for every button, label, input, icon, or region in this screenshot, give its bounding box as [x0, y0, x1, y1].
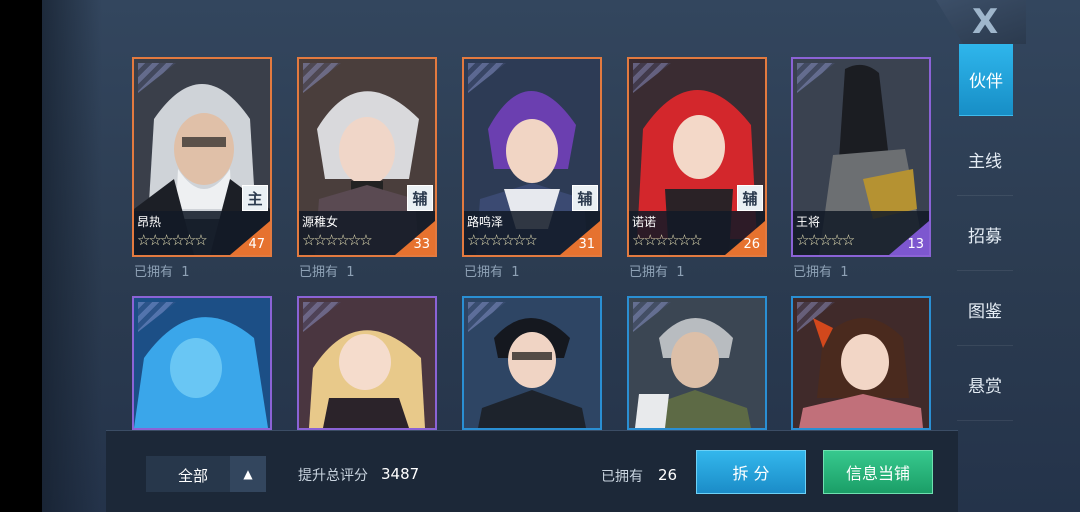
level-value: 47 [248, 237, 265, 252]
partner-card[interactable] [791, 296, 931, 430]
owned-label: 已拥有 [793, 265, 833, 280]
nav-tab-label: 悬赏 [968, 377, 1002, 397]
character-name: 王将 [796, 215, 821, 229]
partner-card[interactable] [627, 296, 767, 430]
total-owned-label: 已拥有 [601, 469, 643, 485]
card-frame [791, 296, 931, 430]
card-namebar: 路鸣泽 ☆☆☆☆☆☆ 31 [464, 211, 600, 255]
star-rating: ☆☆☆☆☆ [796, 231, 855, 249]
owned-value: 1 [511, 265, 520, 280]
card-frame [627, 296, 767, 430]
level-value: 26 [743, 237, 760, 252]
level-value: 33 [413, 237, 430, 252]
level-badge: 26 [725, 221, 765, 255]
card-frame: 辅 路鸣泽 ☆☆☆☆☆☆ 31 [462, 57, 602, 257]
nav-tab-bounty[interactable]: 悬赏 [957, 349, 1013, 421]
star-rating: ☆☆☆☆☆☆ [467, 231, 538, 249]
nav-tab-codex[interactable]: 图鉴 [957, 274, 1013, 346]
card-namebar: 源稚女 ☆☆☆☆☆☆ 33 [299, 211, 435, 255]
nav-tab-label: 伙伴 [969, 72, 1003, 92]
screen-bezel [0, 0, 42, 512]
nav-tab-label: 主线 [968, 152, 1002, 172]
partner-card[interactable]: 主 昂热 ☆☆☆☆☆☆ 47 已拥有 1 [132, 57, 272, 280]
total-owned-value: 26 [658, 466, 678, 484]
score-value: 3487 [381, 465, 420, 483]
star-rating: ☆☆☆☆☆☆ [632, 231, 703, 249]
level-value: 13 [907, 237, 924, 252]
filter-label: 全部 [178, 467, 209, 485]
owned-count: 已拥有 1 [299, 261, 355, 280]
nav-tab-mainline[interactable]: 主线 [957, 124, 1013, 196]
role-badge: 主 [242, 185, 268, 211]
role-badge: 辅 [737, 185, 763, 211]
card-namebar: 昂热 ☆☆☆☆☆☆ 47 [134, 211, 270, 255]
owned-count: 已拥有 1 [793, 261, 849, 280]
nav-tab-recruit[interactable]: 招募 [957, 199, 1013, 271]
character-name: 诺诺 [632, 215, 657, 229]
character-name: 昂热 [137, 215, 162, 229]
score-label: 提升总评分 [298, 468, 368, 484]
info-pawnshop-button[interactable]: 信息当铺 [823, 450, 933, 494]
character-name: 路鸣泽 [467, 215, 504, 229]
level-value: 31 [578, 237, 595, 252]
nav-tab-label: 图鉴 [968, 302, 1002, 322]
owned-label: 已拥有 [299, 265, 339, 280]
close-icon: X [972, 2, 999, 42]
owned-count: 已拥有 1 [134, 261, 190, 280]
card-namebar: 诺诺 ☆☆☆☆☆☆ 26 [629, 211, 765, 255]
partner-card[interactable] [297, 296, 437, 430]
owned-label: 已拥有 [134, 265, 174, 280]
game-screen: X 伙伴 主线 招募 图鉴 悬赏 主 昂热 ☆☆☆☆☆☆ 47 已拥有 1 辅 … [0, 0, 1080, 512]
partner-card[interactable]: 辅 路鸣泽 ☆☆☆☆☆☆ 31 已拥有 1 [462, 57, 602, 280]
partner-card[interactable]: 辅 源稚女 ☆☆☆☆☆☆ 33 已拥有 1 [297, 57, 437, 280]
side-nav: 伙伴 主线 招募 图鉴 悬赏 [957, 44, 1041, 436]
level-badge: 13 [889, 221, 929, 255]
level-badge: 47 [230, 221, 270, 255]
close-button[interactable]: X [936, 0, 1026, 44]
owned-label: 已拥有 [629, 265, 669, 280]
filter-dropdown[interactable]: 全部 ▲ [146, 456, 266, 492]
card-frame: 王将 ☆☆☆☆☆ 13 [791, 57, 931, 257]
nav-tab-partners[interactable]: 伙伴 [959, 44, 1013, 116]
card-frame: 主 昂热 ☆☆☆☆☆☆ 47 [132, 57, 272, 257]
owned-value: 1 [840, 265, 849, 280]
owned-value: 1 [676, 265, 685, 280]
partner-card[interactable] [132, 296, 272, 430]
owned-count: 已拥有 1 [464, 261, 520, 280]
character-name: 源稚女 [302, 215, 339, 229]
owned-value: 1 [346, 265, 355, 280]
card-namebar: 王将 ☆☆☆☆☆ 13 [793, 211, 929, 255]
card-frame [132, 296, 272, 430]
owned-label: 已拥有 [464, 265, 504, 280]
nav-tab-label: 招募 [968, 227, 1002, 247]
partner-card[interactable]: 辅 诺诺 ☆☆☆☆☆☆ 26 已拥有 1 [627, 57, 767, 280]
card-frame: 辅 源稚女 ☆☆☆☆☆☆ 33 [297, 57, 437, 257]
split-button[interactable]: 拆 分 [696, 450, 806, 494]
card-frame [462, 296, 602, 430]
background-shade [42, 0, 102, 512]
card-frame [297, 296, 437, 430]
level-badge: 33 [395, 221, 435, 255]
role-badge: 辅 [572, 185, 598, 211]
role-badge: 辅 [407, 185, 433, 211]
partner-card[interactable] [462, 296, 602, 430]
owned-count: 已拥有 1 [629, 261, 685, 280]
level-badge: 31 [560, 221, 600, 255]
star-rating: ☆☆☆☆☆☆ [302, 231, 373, 249]
card-frame: 辅 诺诺 ☆☆☆☆☆☆ 26 [627, 57, 767, 257]
owned-value: 1 [181, 265, 190, 280]
chevron-up-icon[interactable]: ▲ [230, 456, 266, 492]
star-rating: ☆☆☆☆☆☆ [137, 231, 208, 249]
partner-card[interactable]: 王将 ☆☆☆☆☆ 13 已拥有 1 [791, 57, 931, 280]
